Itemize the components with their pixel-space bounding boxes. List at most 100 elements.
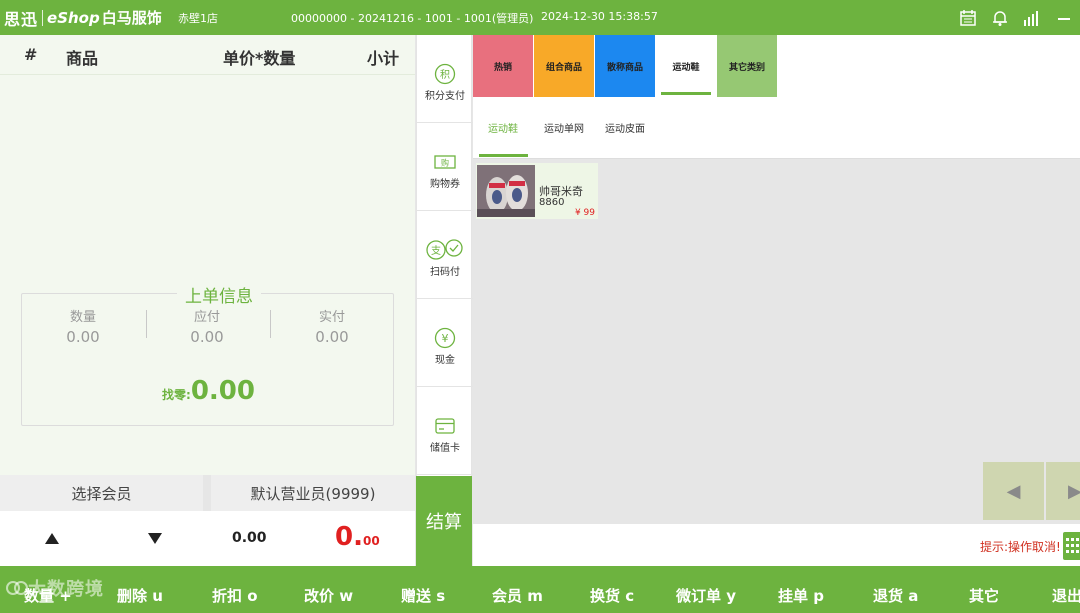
payment-methods: 积 积分支付 购 购物券 支 扫码付 ¥ 现金 储值卡 <box>416 35 473 476</box>
subcategory-leather[interactable]: 运动皮面 <box>605 120 645 135</box>
fn-exchange[interactable]: 换货 c <box>590 585 634 606</box>
product-price: ¥ 99 <box>574 208 595 218</box>
status-strip: 提示:操作取消! <box>473 524 1080 566</box>
prev-paid-label: 实付 <box>318 310 345 325</box>
prev-payable: 应付 0.00 <box>147 306 267 346</box>
pay-scan-label: 扫码付 <box>430 267 460 278</box>
watermark: 大数跨境 <box>6 575 104 601</box>
total-amount: 0.00 <box>335 522 380 552</box>
previous-order-title: 上单信息 <box>177 282 261 307</box>
product-code: 8860 <box>539 197 565 208</box>
status-hint: 提示:操作取消! <box>980 540 1061 554</box>
scroll-down-button[interactable] <box>148 533 162 544</box>
keyboard-icon[interactable] <box>1063 532 1080 560</box>
fn-return[interactable]: 退货 a <box>873 585 918 606</box>
select-member-button[interactable]: 选择会员 <box>0 475 203 511</box>
category-other[interactable]: 其它类别 <box>717 35 777 97</box>
subcategory-active-underline <box>479 154 528 157</box>
fn-other[interactable]: 其它 <box>969 585 999 606</box>
prev-paid-value: 0.00 <box>315 328 349 346</box>
quantity-row: 0.00 0.00 <box>0 511 415 566</box>
category-bulk[interactable]: 散称商品 <box>595 35 655 97</box>
prev-qty-value: 0.00 <box>66 328 100 346</box>
stored-card-icon <box>434 415 456 437</box>
points-icon: 积 <box>434 63 456 85</box>
prev-qty: 数量 0.00 <box>23 306 143 346</box>
svg-text:支: 支 <box>431 245 441 257</box>
pay-cash-button[interactable]: ¥ 现金 <box>417 299 473 387</box>
prev-qty-label: 数量 <box>69 310 96 325</box>
category-bundle[interactable]: 组合商品 <box>534 35 594 97</box>
subcategory-sneakers[interactable]: 运动鞋 <box>488 120 518 135</box>
store-name: 白马服饰 <box>101 9 162 27</box>
pay-coupon-label: 购物券 <box>430 179 460 190</box>
fn-hold-order[interactable]: 挂单 p <box>778 585 824 606</box>
logo: 思迅 eShop 白马服饰 <box>0 0 162 35</box>
top-bar: 思迅 eShop 白马服饰 赤壁1店 00000000 - 20241216 -… <box>0 0 1080 35</box>
category-sneakers[interactable]: 运动鞋 <box>656 35 716 97</box>
coupon-icon: 购 <box>434 151 456 173</box>
page-prev-button[interactable]: ◀ <box>983 462 1044 520</box>
minimize-icon[interactable] <box>1054 8 1074 28</box>
change-value: 0.00 <box>190 376 255 406</box>
pay-coupon-button[interactable]: 购 购物券 <box>417 123 473 211</box>
subcategory-bar: 运动鞋 运动单网 运动皮面 <box>473 98 1080 159</box>
branch-name: 赤壁1店 <box>178 12 218 25</box>
previous-order-box: 上单信息 数量 0.00 应付 0.00 实付 0.00 找零:0.00 <box>21 282 395 426</box>
fn-exit[interactable]: 退出 <box>1052 585 1080 606</box>
bell-icon[interactable] <box>990 8 1010 28</box>
product-image <box>477 165 535 217</box>
pay-cash-label: 现金 <box>435 355 455 366</box>
prev-payable-label: 应付 <box>193 310 220 325</box>
fn-discount[interactable]: 折扣 o <box>212 585 258 606</box>
change-label: 找零: <box>162 388 191 402</box>
pay-stored-card-button[interactable]: 储值卡 <box>417 387 473 475</box>
fn-change-price[interactable]: 改价 w <box>304 585 353 606</box>
scan-pay-icon: 支 <box>425 239 465 261</box>
checkout-button[interactable]: 结算 <box>416 476 472 566</box>
svg-text:购: 购 <box>441 158 449 168</box>
clerk-button[interactable]: 默认营业员(9999) <box>211 475 415 511</box>
product-card[interactable]: 帅哥米奇 8860 ¥ 99 <box>476 163 598 219</box>
change-row: 找零:0.00 <box>22 376 395 406</box>
session-info: 00000000 - 20241216 - 1001 - 1001(管理员) <box>291 12 534 25</box>
fn-micro-order[interactable]: 微订单 y <box>676 585 736 606</box>
datetime: 2024-12-30 15:38:57 <box>541 10 658 23</box>
total-quantity: 0.00 <box>232 530 267 546</box>
subcategory-mesh[interactable]: 运动单网 <box>544 120 584 135</box>
svg-text:积: 积 <box>440 69 450 81</box>
category-active-underline <box>661 92 711 95</box>
logo-separator <box>42 9 44 26</box>
watermark-text: 大数跨境 <box>28 579 104 600</box>
signal-icon <box>1022 8 1042 28</box>
amount-decimal: 00 <box>362 534 380 548</box>
col-product: 商品 <box>66 49 99 68</box>
order-panel: # 商品 单价*数量 小计 上单信息 数量 0.00 应付 0.00 实付 0.… <box>0 35 415 475</box>
fn-gift[interactable]: 赠送 s <box>401 585 445 606</box>
pay-points-label: 积分支付 <box>425 91 465 102</box>
fn-member[interactable]: 会员 m <box>492 585 543 606</box>
col-index: # <box>24 45 38 64</box>
col-subtotal: 小计 <box>367 49 400 68</box>
pay-scan-button[interactable]: 支 扫码付 <box>417 211 473 299</box>
svg-text:¥: ¥ <box>442 332 449 345</box>
header-icons <box>958 0 1074 35</box>
order-table-header: # 商品 单价*数量 小计 <box>0 35 415 75</box>
prev-payable-value: 0.00 <box>190 328 224 346</box>
stat-divider <box>270 310 271 338</box>
pay-points-button[interactable]: 积 积分支付 <box>417 35 473 123</box>
fn-delete[interactable]: 删除 u <box>117 585 163 606</box>
logo-cn: 思迅 <box>4 9 39 29</box>
page-next-button[interactable]: ▶ <box>1046 462 1080 520</box>
cash-icon: ¥ <box>434 327 456 349</box>
calendar-icon[interactable] <box>958 8 978 28</box>
category-bar: 热销 组合商品 散称商品 运动鞋 其它类别 <box>473 35 1080 98</box>
col-price-qty: 单价*数量 <box>223 49 296 68</box>
category-hot[interactable]: 热销 <box>473 35 533 97</box>
pay-stored-card-label: 储值卡 <box>430 443 460 454</box>
prev-paid: 实付 0.00 <box>272 306 392 346</box>
amount-integer: 0. <box>335 522 363 552</box>
logo-en: eShop <box>47 8 100 27</box>
scroll-up-button[interactable] <box>45 533 59 544</box>
function-bar: 数量 + 删除 u 折扣 o 改价 w 赠送 s 会员 m 换货 c 微订单 y… <box>0 566 1080 613</box>
